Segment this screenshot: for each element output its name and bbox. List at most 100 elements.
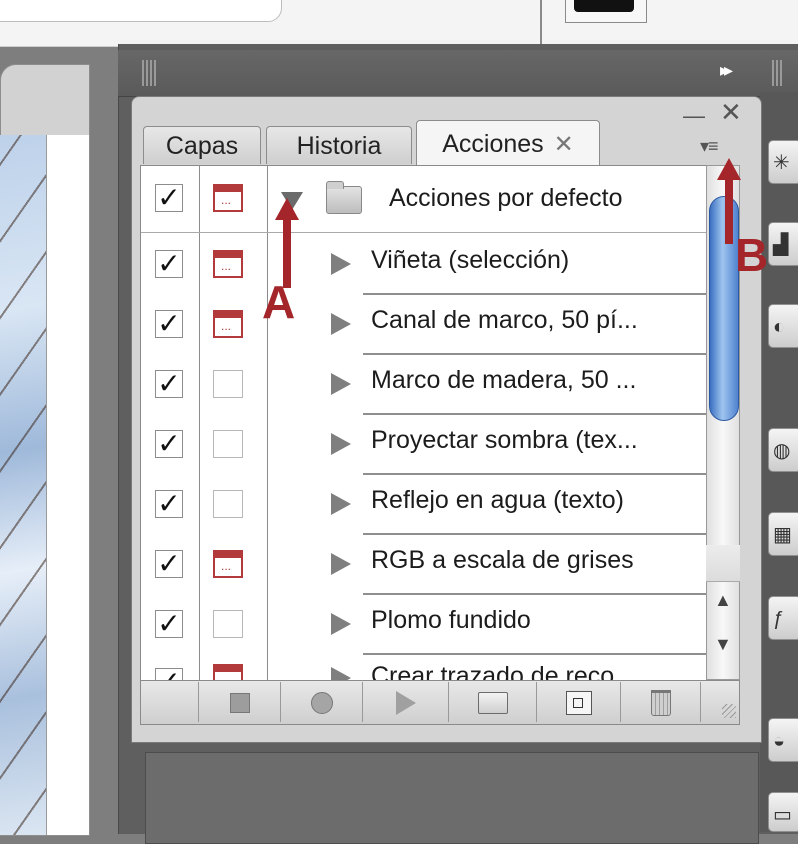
action-row[interactable]: ✓ ... Viñeta (selección) [141,234,707,294]
folder-icon [478,692,508,714]
top-swatch-button[interactable] [565,0,647,23]
toolbar-divider [280,682,281,722]
expand-triangle-icon[interactable] [331,553,351,575]
action-row[interactable]: ✓ Marco de madera, 50 ... [141,354,707,414]
toolbar-divider [700,682,701,722]
dialog-dots: ... [221,559,232,573]
action-label: Canal de marco, 50 pí... [371,306,638,334]
swatches-icon[interactable]: ▭ [768,792,798,832]
scroll-track-end [706,545,740,582]
action-label: Crear trazado de reco... [371,662,636,682]
action-label: Viñeta (selección) [371,246,570,274]
dialog-dots: ... [221,319,232,333]
dialog-dots: ... [221,259,232,273]
dialog-toggle[interactable] [213,610,243,638]
toolbar-divider [448,682,449,722]
close-icon[interactable]: ✕ [720,97,742,128]
dialog-toggle[interactable]: ... [213,550,243,578]
annotation-arrow-b [725,178,733,244]
resize-grip-icon[interactable] [722,704,736,718]
play-button[interactable] [364,684,448,722]
toggle-checkbox[interactable]: ✓ [155,250,183,278]
play-icon [396,691,416,715]
folder-icon [326,181,362,214]
dock-grip-right[interactable] [772,60,784,86]
record-icon [311,692,333,714]
minimize-icon[interactable]: — [683,103,705,129]
dialog-toggle[interactable]: ... [213,250,243,278]
action-row[interactable]: ✓ Reflejo en agua (texto) [141,474,707,534]
toggle-checkbox[interactable]: ✓ [155,550,183,578]
top-field [0,0,282,22]
row-divider [141,232,707,233]
tab-close-icon[interactable]: ✕ [554,131,574,158]
color-icon[interactable]: ◐ [768,304,798,348]
action-row[interactable]: ✓ Plomo fundido [141,594,707,654]
expand-triangle-icon[interactable] [331,313,351,335]
grid-icon[interactable]: ▦ [768,512,798,556]
tab-label: Capas [165,132,239,160]
toggle-checkbox[interactable]: ✓ [155,430,183,458]
record-button[interactable] [282,684,362,722]
document-image [0,135,46,835]
action-row[interactable]: ✓ ... Crear trazado de reco... [141,654,707,682]
toggle-checkbox[interactable]: ✓ [155,370,183,398]
toggle-checkbox[interactable]: ✓ [155,184,183,212]
toggle-checkbox[interactable]: ✓ [155,310,183,338]
expand-triangle-icon[interactable] [331,433,351,455]
styles-icon[interactable]: ƒ [768,596,798,640]
stop-icon [230,693,250,713]
action-label: Reflejo en agua (texto) [371,486,624,514]
tab-label: Historia [296,132,382,160]
brush-icon[interactable]: ✳ [768,140,798,184]
stop-button[interactable] [200,684,280,722]
scroll-down-icon[interactable]: ▼ [714,634,732,655]
tab-label: Acciones [442,130,544,158]
top-divider [540,0,542,44]
dialog-toggle[interactable]: ... [213,310,243,338]
toolbar-divider [620,682,621,722]
annotation-letter-b: B [735,229,769,281]
dialog-toggle[interactable] [213,490,243,518]
dialog-toggle[interactable] [213,370,243,398]
toolbar-divider [362,682,363,722]
action-set-label: Acciones por defecto [389,184,623,212]
action-label: RGB a escala de grises [371,546,634,574]
scroll-up-icon[interactable]: ▲ [714,590,732,611]
tab-historia[interactable]: Historia [266,126,412,164]
delete-button[interactable] [622,684,700,722]
annotation-arrow-b-head [717,158,741,180]
annotation-letter-a: A [262,276,296,328]
toggle-checkbox[interactable]: ✓ [155,610,183,638]
dock-grip[interactable] [142,60,156,86]
tab-acciones[interactable]: Acciones ✕ [416,120,600,165]
new-set-button[interactable] [450,684,536,722]
action-row[interactable]: ✓ ... Canal de marco, 50 pí... [141,294,707,354]
new-action-button[interactable] [538,684,620,722]
panel-menu-icon[interactable]: ▾≡ [700,136,719,157]
toggle-checkbox[interactable]: ✓ [155,490,183,518]
dialog-toggle[interactable]: ... [213,184,243,212]
toolbar-divider [198,682,199,722]
expand-dock-icon[interactable]: ▸▸ [720,60,733,81]
action-row[interactable]: ✓ Proyectar sombra (tex... [141,414,707,474]
actions-list: ✓ ... Acciones por defecto ✓ ... Viñeta … [140,165,708,682]
expand-triangle-icon[interactable] [331,253,351,275]
tab-capas[interactable]: Capas [143,126,261,164]
expand-triangle-icon[interactable] [331,613,351,635]
expand-triangle-icon[interactable] [331,493,351,515]
lower-panel [145,752,759,844]
document-margin [46,135,89,835]
dialog-dots: ... [221,193,232,207]
dialog-toggle[interactable] [213,430,243,458]
expand-triangle-icon[interactable] [331,373,351,395]
dock-header [118,50,798,97]
trash-icon [651,690,671,716]
new-action-icon [566,691,592,715]
navigator-icon[interactable]: ◍ [768,428,798,472]
layer-icon[interactable]: ◒ [768,718,798,762]
histogram-icon[interactable]: ▟ [768,222,798,266]
action-row[interactable]: ✓ ... RGB a escala de grises [141,534,707,594]
toolbar-divider [536,682,537,722]
action-set-row[interactable]: ✓ ... Acciones por defecto [141,166,707,226]
